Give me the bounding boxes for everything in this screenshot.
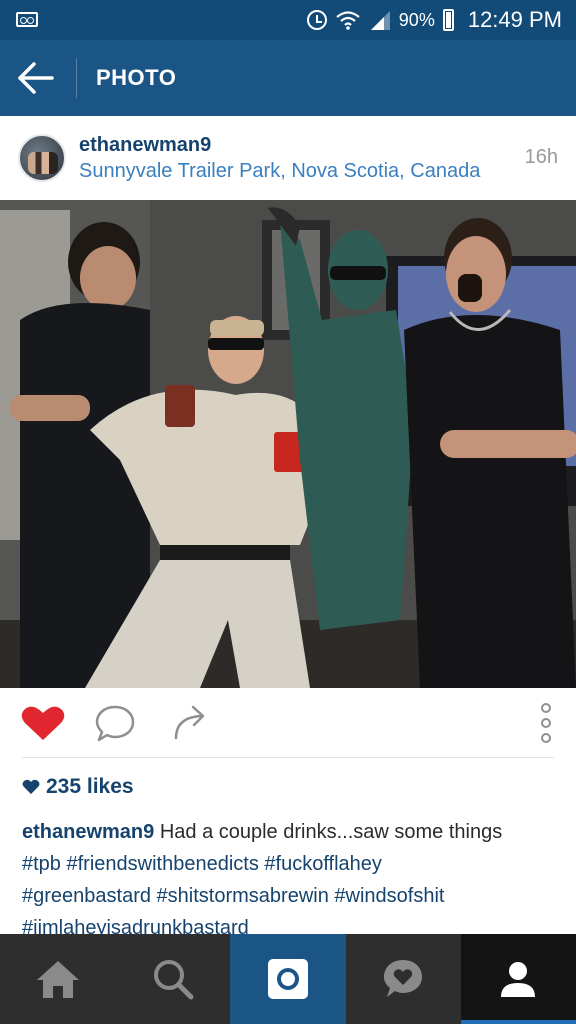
nav-activity[interactable] [346,934,461,1024]
hashtag[interactable]: #greenbastard [22,885,151,907]
heart-icon [21,706,65,740]
back-button[interactable] [16,60,56,96]
search-icon [153,960,194,1000]
caption-text: Had a couple drinks...saw some things [154,821,503,843]
post-time: 16h [524,146,558,168]
battery-percent: 90% [398,9,435,30]
bottom-nav [0,934,576,1024]
wifi-icon [336,11,360,30]
avatar[interactable] [18,134,66,182]
nav-home[interactable] [0,934,115,1024]
comment-icon [95,705,135,742]
small-heart-icon [22,779,40,794]
alarm-icon [306,10,327,30]
comment-button[interactable] [94,704,136,744]
likes-count[interactable]: 235 likes [22,772,134,802]
app-bar-divider [76,58,77,98]
app-bar: PHOTO [0,40,576,116]
page-title: PHOTO [96,65,177,90]
activity-icon [384,960,423,997]
arrow-left-icon [18,62,54,94]
post-caption: ethanewman9 Had a couple drinks...saw so… [22,816,562,944]
status-indicators: 90% 12:49 PM [306,6,562,34]
hashtag[interactable]: #friendswithbenedicts [67,853,259,875]
more-options-button[interactable] [536,702,556,744]
post-actions [0,688,576,756]
clock: 12:49 PM [467,7,562,32]
camera-icon [267,959,308,999]
likes-text: 235 likes [46,775,134,798]
share-button[interactable] [170,704,210,742]
post-header: ethanewman9 Sunnyvale Trailer Park, Nova… [0,116,576,200]
signal-icon [370,11,390,30]
post-photo[interactable] [0,200,576,688]
hashtag[interactable]: #fuckofflahey [264,853,382,875]
hashtag[interactable]: #shitstormsabrewin [157,885,329,907]
voicemail-icon [16,12,38,27]
nav-search[interactable] [115,934,230,1024]
status-bar: 90% 12:49 PM [0,0,576,40]
caption-username[interactable]: ethanewman9 [22,821,154,843]
home-icon [36,961,79,998]
like-button[interactable] [20,704,66,742]
share-icon [174,705,205,740]
divider [22,757,554,758]
nav-camera[interactable] [230,934,346,1024]
hashtag[interactable]: #tpb [22,853,61,875]
hashtag[interactable]: #windsofshit [334,885,444,907]
post-location[interactable]: Sunnyvale Trailer Park, Nova Scotia, Can… [79,160,480,183]
more-vertical-icon [541,703,551,743]
nav-profile[interactable] [460,934,576,1024]
photo-illustration [0,200,576,688]
post-username[interactable]: ethanewman9 [79,134,211,157]
hashtag-list: #tpb #friendswithbenedicts #fuckofflahey… [22,853,444,939]
profile-icon [501,962,536,997]
battery-icon [442,9,454,31]
